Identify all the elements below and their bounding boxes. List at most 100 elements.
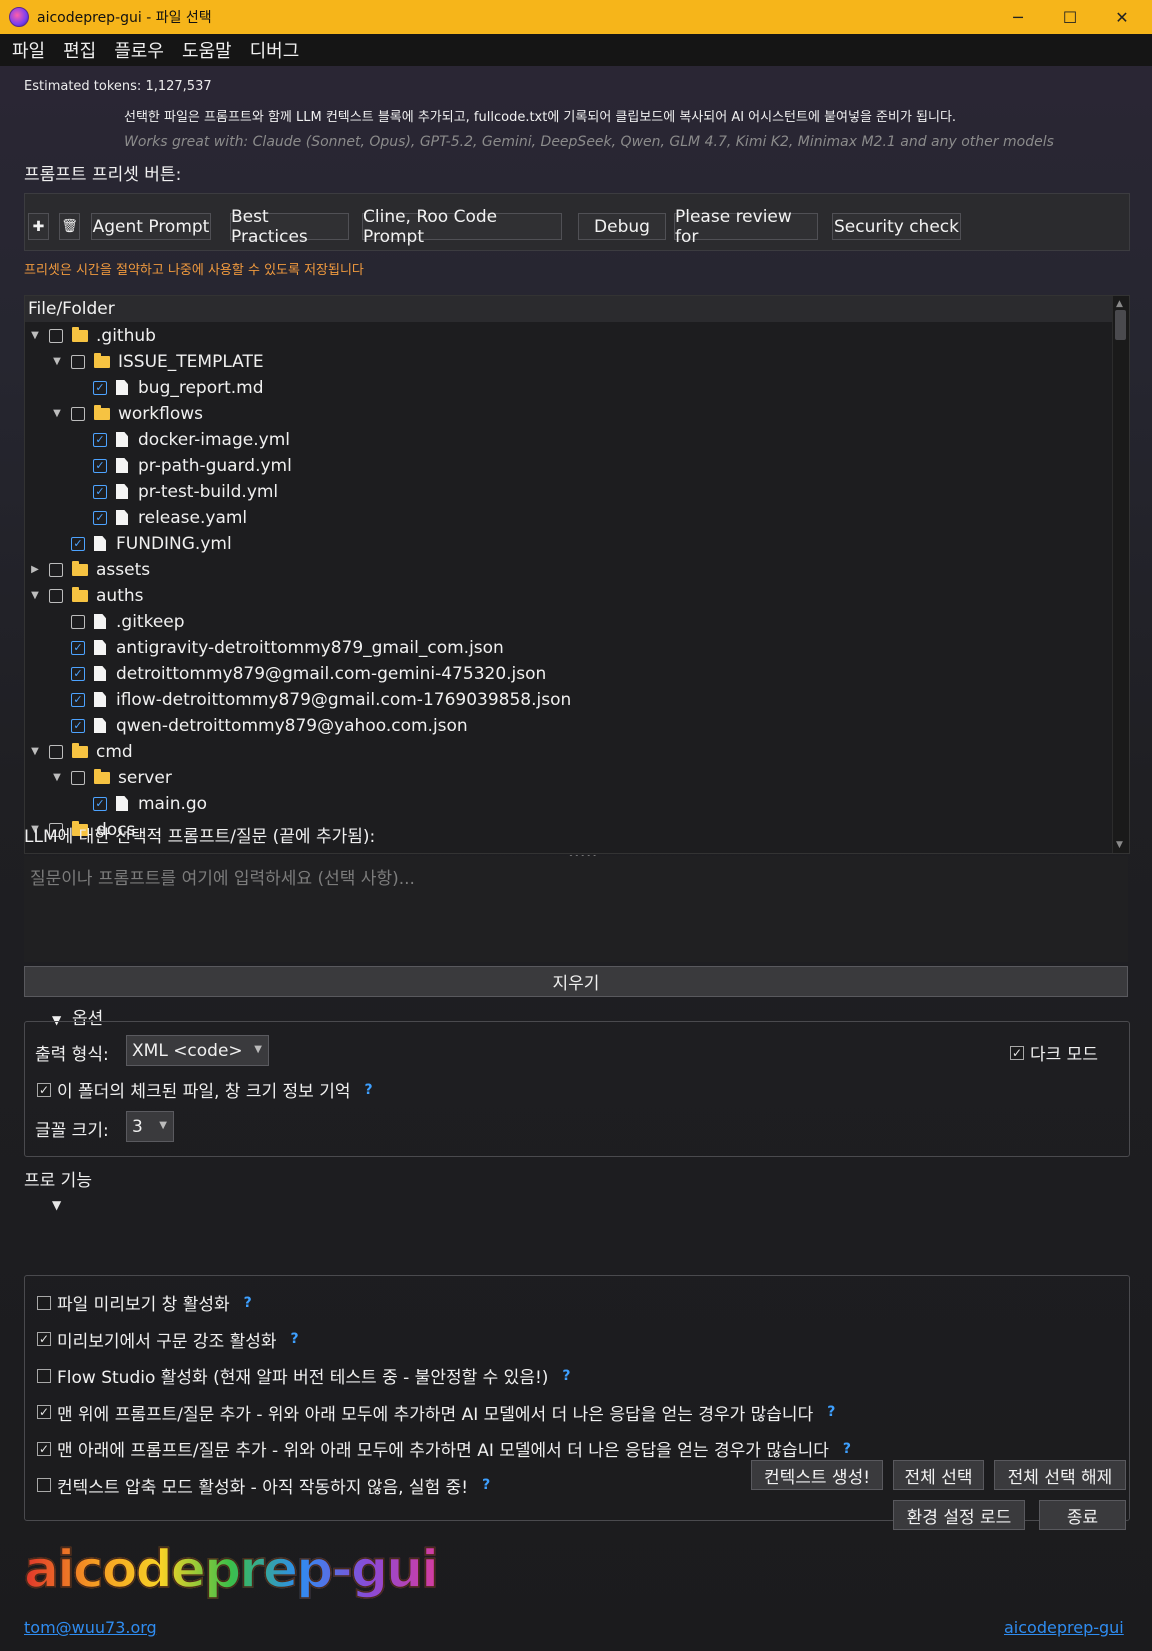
pro-option-checkbox[interactable]: ✓ xyxy=(37,1332,51,1346)
tree-checkbox[interactable]: ✓ xyxy=(71,692,85,707)
tree-row[interactable]: ▼ ISSUE_TEMPLATE xyxy=(51,348,263,375)
select-all-button[interactable]: 전체 선택 xyxy=(893,1460,984,1490)
add-preset-button[interactable]: ✚ xyxy=(28,213,49,240)
tree-checkbox[interactable] xyxy=(49,744,63,759)
dark-mode-option[interactable]: ✓ 다크 모드 xyxy=(1010,1040,1098,1065)
remember-option[interactable]: ✓ 이 폴더의 체크된 파일, 창 크기 정보 기억 ? xyxy=(37,1077,373,1102)
expand-down-icon[interactable]: ▼ xyxy=(51,772,63,783)
tree-checkbox[interactable]: ✓ xyxy=(93,458,107,473)
tree-row[interactable]: ✓ iflow-detroittommy879@gmail.com-1769039… xyxy=(51,686,571,713)
help-icon[interactable]: ? xyxy=(482,1477,490,1493)
menu-debug[interactable]: 디버그 xyxy=(250,37,300,63)
tree-checkbox[interactable]: ✓ xyxy=(71,718,85,733)
generate-context-button[interactable]: 컨텍스트 생성! xyxy=(751,1460,883,1490)
tree-row[interactable]: ✓ detroittommy879@gmail.com-gemini-475320… xyxy=(51,660,546,687)
pro-option-checkbox[interactable]: ✓ xyxy=(37,1405,51,1419)
scroll-thumb[interactable] xyxy=(1115,310,1126,340)
help-icon[interactable]: ? xyxy=(562,1368,570,1384)
tree-row[interactable]: ✓ docker-image.yml xyxy=(73,426,290,453)
tree-row[interactable]: ▼ .github xyxy=(29,322,156,349)
pro-option[interactable]: ✓ 맨 아래에 프롬프트/질문 추가 - 위와 아래 모두에 추가하면 AI 모델… xyxy=(37,1436,851,1461)
pro-option-checkbox[interactable] xyxy=(37,1295,51,1310)
pro-collapse-arrow-icon[interactable]: ▼ xyxy=(52,1198,61,1212)
tree-checkbox[interactable]: ✓ xyxy=(93,510,107,525)
tree-row[interactable]: ✓ pr-path-guard.yml xyxy=(73,452,292,479)
pro-option[interactable]: ✓ 미리보기에서 구문 강조 활성화? xyxy=(37,1327,299,1352)
tree-row[interactable]: ✓ main.go xyxy=(73,790,207,817)
font-size-select[interactable]: 3 ▼ xyxy=(126,1111,174,1142)
delete-preset-button[interactable]: 🗑 xyxy=(59,213,80,240)
menu-flow[interactable]: 플로우 xyxy=(114,37,164,63)
preset-cline-roo[interactable]: Cline, Roo Code Prompt xyxy=(362,207,562,247)
maximize-button[interactable]: ☐ xyxy=(1044,0,1096,34)
help-icon[interactable]: ? xyxy=(843,1441,851,1457)
expand-down-icon[interactable]: ▼ xyxy=(51,356,63,367)
dark-mode-checkbox[interactable]: ✓ xyxy=(1010,1045,1024,1060)
expand-right-icon[interactable]: ▶ xyxy=(29,564,41,575)
close-button[interactable]: ✕ xyxy=(1096,0,1148,34)
tree-row[interactable]: ▶ assets xyxy=(29,556,150,583)
tree-checkbox[interactable]: ✓ xyxy=(93,484,107,499)
pro-option[interactable]: 파일 미리보기 창 활성화? xyxy=(37,1290,252,1315)
menu-edit[interactable]: 편집 xyxy=(63,37,96,63)
help-icon[interactable]: ? xyxy=(291,1331,299,1347)
menu-file[interactable]: 파일 xyxy=(12,37,45,63)
llm-prompt-input[interactable] xyxy=(24,856,1128,962)
tree-row[interactable]: ✓ antigravity-detroittommy879_gmail_com.j… xyxy=(51,634,504,661)
tree-checkbox[interactable]: ✓ xyxy=(93,380,107,395)
remember-checkbox[interactable]: ✓ xyxy=(37,1082,51,1097)
tree-checkbox[interactable] xyxy=(49,562,63,577)
tree-row[interactable]: .gitkeep xyxy=(51,608,185,635)
pro-option[interactable]: Flow Studio 활성화 (현재 알파 버전 테스트 중 - 불안정할 수… xyxy=(37,1363,571,1388)
minimize-button[interactable]: ─ xyxy=(992,0,1044,34)
tree-row[interactable]: ✓ FUNDING.yml xyxy=(51,530,232,557)
pro-option-checkbox[interactable] xyxy=(37,1478,51,1492)
pro-option[interactable]: 컨텍스트 압축 모드 활성화 - 아직 작동하지 않음, 실험 중!? xyxy=(37,1473,490,1498)
expand-down-icon[interactable]: ▼ xyxy=(29,330,41,341)
tree-checkbox[interactable] xyxy=(71,614,85,629)
tree-checkbox[interactable]: ✓ xyxy=(93,796,107,811)
help-icon[interactable]: ? xyxy=(244,1295,252,1311)
tree-row[interactable]: ▼ server xyxy=(51,764,172,791)
tree-checkbox[interactable] xyxy=(71,406,85,421)
pro-option[interactable]: ✓ 맨 위에 프롬프트/질문 추가 - 위와 아래 모두에 추가하면 AI 모델에… xyxy=(37,1400,835,1425)
expand-down-icon[interactable]: ▼ xyxy=(29,746,41,757)
help-icon[interactable]: ? xyxy=(364,1082,372,1098)
pro-option-checkbox[interactable]: ✓ xyxy=(37,1441,51,1456)
expand-down-icon[interactable]: ▼ xyxy=(29,590,41,601)
load-preferences-button[interactable]: 환경 설정 로드 xyxy=(893,1500,1025,1530)
tree-checkbox[interactable] xyxy=(49,328,63,343)
tree-checkbox[interactable] xyxy=(49,588,63,603)
tree-row[interactable]: ▼ auths xyxy=(29,582,143,609)
website-link[interactable]: aicodeprep-gui xyxy=(1004,1618,1124,1637)
clear-button[interactable]: 지우기 xyxy=(24,966,1128,997)
output-format-select[interactable]: XML <code> ▼ xyxy=(126,1035,269,1066)
email-link[interactable]: tom@wuu73.org xyxy=(24,1618,157,1637)
help-icon[interactable]: ? xyxy=(827,1404,835,1420)
tree-row[interactable]: ▼ cmd xyxy=(29,738,133,765)
preset-best-practices[interactable]: Best Practices xyxy=(230,207,349,247)
scroll-down-icon[interactable]: ▼ xyxy=(1116,840,1123,850)
tree-row[interactable]: ✓ bug_report.md xyxy=(73,374,264,401)
tree-checkbox[interactable] xyxy=(71,770,85,785)
quit-button[interactable]: 종료 xyxy=(1039,1500,1126,1530)
scroll-up-icon[interactable]: ▲ xyxy=(1116,299,1123,309)
preset-please-review[interactable]: Please review for xyxy=(674,207,818,247)
tree-scrollbar[interactable]: ▲ ▼ xyxy=(1112,296,1129,853)
tree-row[interactable]: ✓ qwen-detroittommy879@yahoo.com.json xyxy=(51,712,468,739)
expand-down-icon[interactable]: ▼ xyxy=(51,408,63,419)
tree-row[interactable]: ▼ workflows xyxy=(51,400,203,427)
tree-checkbox[interactable]: ✓ xyxy=(71,666,85,681)
menu-help[interactable]: 도움말 xyxy=(182,37,232,63)
preset-debug[interactable]: Debug xyxy=(578,213,666,240)
preset-agent-prompt[interactable]: Agent Prompt xyxy=(91,213,211,240)
deselect-all-button[interactable]: 전체 선택 해제 xyxy=(994,1460,1126,1490)
pro-option-checkbox[interactable] xyxy=(37,1368,51,1383)
preset-security-check[interactable]: Security check xyxy=(832,213,961,240)
tree-checkbox[interactable]: ✓ xyxy=(71,640,85,655)
tree-checkbox[interactable] xyxy=(71,354,85,369)
tree-checkbox[interactable]: ✓ xyxy=(71,536,85,551)
tree-checkbox[interactable]: ✓ xyxy=(93,432,107,447)
tree-row[interactable]: ✓ release.yaml xyxy=(73,504,247,531)
tree-row[interactable]: ✓ pr-test-build.yml xyxy=(73,478,278,505)
